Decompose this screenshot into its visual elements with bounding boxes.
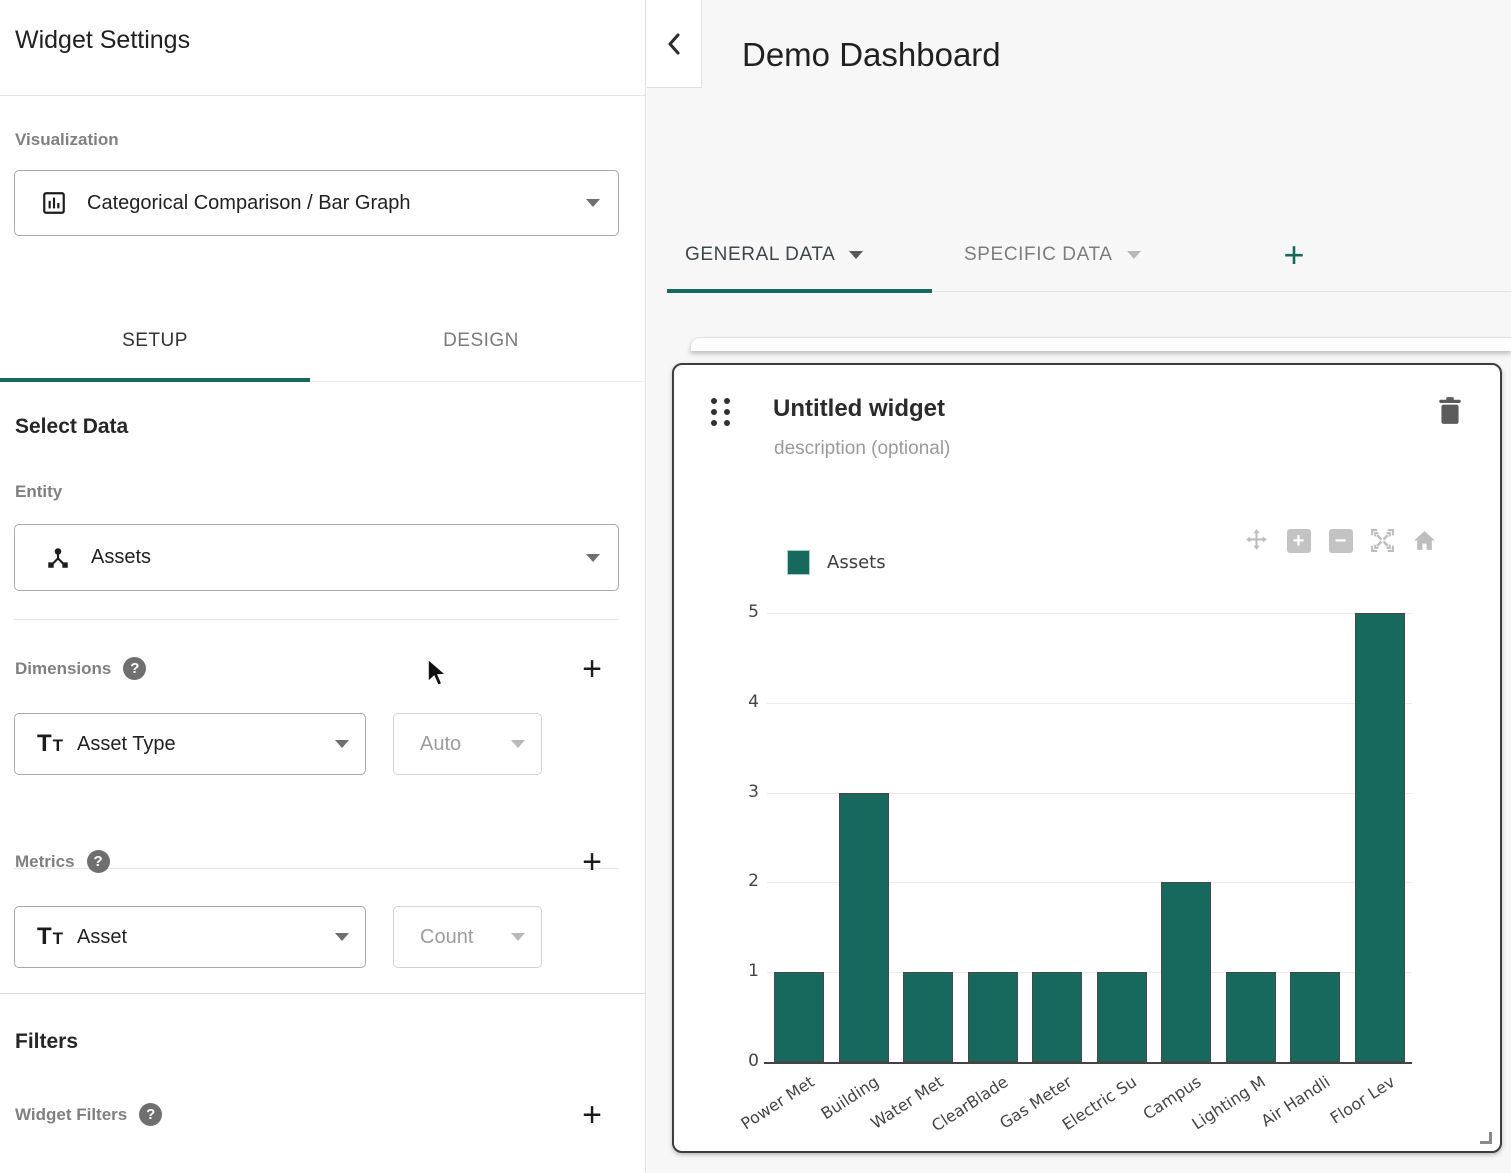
tab-label: SPECIFIC DATA	[964, 244, 1113, 266]
filters-heading: Filters	[15, 1030, 78, 1054]
bar	[1355, 613, 1405, 1062]
gridline	[767, 613, 1412, 614]
add-widget-filter-button[interactable]: +	[575, 1098, 609, 1132]
y-tick-label: 3	[719, 782, 759, 802]
divider	[14, 619, 619, 620]
dimension-modifier-select[interactable]: Auto	[393, 713, 542, 775]
widget-resize-handle[interactable]	[1480, 1132, 1492, 1144]
tab-label: GENERAL DATA	[685, 244, 835, 266]
text-fields-icon: TT	[37, 923, 73, 951]
bar	[1097, 972, 1147, 1062]
active-tab-indicator	[667, 289, 932, 293]
x-tick-label: Floor Lev	[1327, 1072, 1398, 1128]
bar	[1032, 972, 1082, 1062]
dashboard-tabs: GENERAL DATA SPECIFIC DATA +	[667, 218, 1511, 292]
chevron-left-icon	[666, 33, 682, 55]
widget-settings-screen: Widget Settings Visualization Categorica…	[0, 0, 1511, 1173]
tab-design[interactable]: DESIGN	[326, 300, 636, 382]
tab-setup[interactable]: SETUP	[0, 300, 310, 382]
collapse-panel-button[interactable]	[647, 0, 702, 88]
add-metric-button[interactable]: +	[575, 845, 609, 879]
dimensions-label: Dimensions	[15, 659, 111, 679]
text-fields-icon: TT	[37, 730, 73, 758]
chevron-down-icon	[586, 554, 600, 562]
add-dimension-button[interactable]: +	[575, 652, 609, 686]
select-data-heading: Select Data	[15, 415, 128, 439]
widget-filters-help-icon[interactable]: ?	[139, 1103, 162, 1126]
bar	[968, 972, 1018, 1062]
panel-title: Widget Settings	[15, 26, 190, 55]
dimension-field-value: Asset Type	[77, 733, 335, 756]
x-tick-label: Air Handli	[1258, 1072, 1334, 1130]
entity-label: Entity	[15, 482, 62, 502]
widget-filters-label: Widget Filters	[15, 1105, 127, 1125]
bar-chart-icon	[41, 190, 67, 216]
widget-settings-panel: Widget Settings Visualization Categorica…	[0, 0, 646, 1173]
bar	[903, 972, 953, 1062]
metric-field-value: Asset	[77, 926, 335, 949]
y-tick-label: 1	[719, 961, 759, 981]
tab-specific-data[interactable]: SPECIFIC DATA	[964, 218, 1141, 292]
chevron-down-icon	[511, 933, 525, 941]
widget-card: Untitled widget description (optional) +	[672, 363, 1502, 1153]
active-tab-indicator	[0, 378, 310, 382]
metric-aggregation-select[interactable]: Count	[393, 906, 542, 968]
add-tab-button[interactable]: +	[1275, 236, 1313, 274]
visualization-label: Visualization	[15, 130, 119, 150]
dimensions-help-icon[interactable]: ?	[123, 657, 146, 680]
x-tick-label: Power Met	[737, 1072, 817, 1133]
visualization-select[interactable]: Categorical Comparison / Bar Graph	[14, 170, 619, 236]
dashboard-canvas-edge	[690, 337, 1511, 351]
device-hub-icon	[45, 545, 71, 571]
x-axis-line	[764, 1062, 1412, 1064]
bar	[1226, 972, 1276, 1062]
dimension-field-select[interactable]: TT Asset Type	[14, 713, 366, 775]
section-divider	[0, 993, 646, 994]
metric-aggregation-value: Count	[420, 926, 511, 949]
y-tick-label: 5	[719, 602, 759, 622]
chevron-down-icon[interactable]	[1127, 251, 1141, 259]
bar	[774, 972, 824, 1062]
gridline	[767, 703, 1412, 704]
bar	[839, 793, 889, 1062]
dimension-modifier-value: Auto	[420, 733, 511, 756]
chevron-down-icon	[586, 199, 600, 207]
y-tick-label: 4	[719, 692, 759, 712]
bar	[1290, 972, 1340, 1062]
bar-chart: 012345Power MetBuildingWater MetClearBla…	[674, 365, 1502, 1153]
entity-value: Assets	[91, 546, 586, 569]
metrics-help-icon[interactable]: ?	[87, 850, 110, 873]
bar	[1161, 882, 1211, 1062]
chevron-down-icon[interactable]	[849, 251, 863, 259]
tab-general-data[interactable]: GENERAL DATA	[685, 218, 863, 292]
metric-field-select[interactable]: TT Asset	[14, 906, 366, 968]
y-tick-label: 0	[719, 1051, 759, 1071]
entity-select[interactable]: Assets	[14, 524, 619, 591]
divider	[0, 95, 646, 96]
dashboard-title: Demo Dashboard	[742, 36, 1001, 74]
chevron-down-icon	[511, 740, 525, 748]
setup-design-tabs: SETUP DESIGN	[0, 300, 646, 382]
dashboard-panel: Demo Dashboard GENERAL DATA SPECIFIC DAT…	[647, 0, 1511, 1173]
chevron-down-icon	[335, 933, 349, 941]
chevron-down-icon	[335, 740, 349, 748]
metrics-label: Metrics	[15, 852, 75, 872]
y-tick-label: 2	[719, 871, 759, 891]
visualization-value: Categorical Comparison / Bar Graph	[87, 192, 586, 215]
